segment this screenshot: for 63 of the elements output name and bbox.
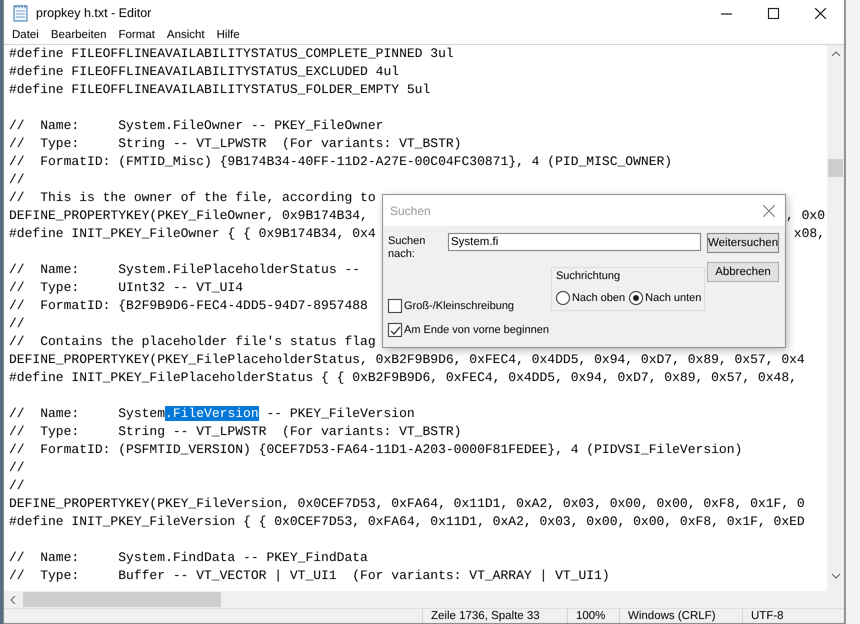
maximize-icon [768, 8, 779, 18]
group-label: Suchrichtung [556, 270, 622, 282]
checkbox[interactable] [388, 323, 402, 337]
code-line: // [9, 171, 25, 189]
status-field: Zeile 1736, Spalte 33 [422, 609, 567, 623]
code-line: #define FILEOFFLINEAVAILABILITYSTATUS_COMPLETE_PINNED 3ul [9, 45, 454, 63]
menu-item[interactable]: Bearbeiten [44, 29, 112, 41]
checkbox[interactable] [388, 299, 402, 313]
code-line: DEFINE_PROPERTYKEY(PKEY_FilePlaceholderStatus, 0xB2F9B9D6, 0xFEC4, 0x4DD5, 0x94, 0xD7, 0x89, 0x57, 0x4 [9, 351, 805, 369]
code-line: // FormatID: {B2F9B9D6-FEC4-4DD5-94D7-8957488 [9, 297, 368, 315]
code-line: // Type: Buffer -- VT_VECTOR | VT_UI1 (For variants: VT_ARRAY | VT_UI1) [9, 567, 610, 585]
scroll-up-icon [832, 51, 840, 57]
status-field: Windows (CRLF) [619, 609, 742, 623]
horizontal-scrollbar[interactable] [4, 591, 827, 608]
dialog-button[interactable]: Abbrechen [707, 262, 779, 282]
code-line: // Type: String -- VT_LPWSTR (For variants: VT_BSTR) [9, 135, 462, 153]
code-line: // [9, 477, 25, 495]
option-label: Am Ende von vorne beginnen [404, 324, 549, 336]
dialog-title: Suchen [390, 204, 431, 218]
code-line: #define INIT_PKEY_FileVersion { { 0x0CEF7D53, 0xFA64, 0x11D1, 0xA2, 0x03, 0x00, 0x00, 0xF8, 0x1F, 0xED [9, 513, 805, 531]
code-line: // Name: System.FilePlaceholderStatus -- [9, 261, 360, 279]
code-line: // Type: UInt32 -- VT_UI4 [9, 279, 244, 297]
menu-item[interactable]: Datei [6, 29, 45, 41]
code-line: #define INIT_PKEY_FileOwner { { 0x9B174B34, 0x4 [9, 225, 376, 243]
code-line: // [9, 459, 25, 477]
code-line: // This is the owner of the file, according to [9, 189, 376, 207]
code-line: #define FILEOFFLINEAVAILABILITYSTATUS_FOLDER_EMPTY 5ul [9, 81, 430, 99]
notepad-icon [13, 4, 29, 22]
scroll-thumb[interactable] [828, 159, 843, 177]
code-line: x08, [794, 225, 825, 243]
status-field: 100% [567, 609, 619, 623]
dialog-button[interactable]: Weitersuchen [707, 233, 779, 253]
code-line: // [9, 315, 25, 333]
window-title: propkey h.txt - Editor [36, 6, 152, 20]
search-field[interactable]: System.fi [448, 233, 701, 251]
code-line: // Name: System.FileVersion -- PKEY_FileVersion [9, 405, 415, 423]
code-line: #define INIT_PKEY_FilePlaceholderStatus { { 0xB2F9B9D6, 0xFEC4, 0x4DD5, 0x94, 0xD7, 0x89, 0x57, 0x48, [9, 369, 797, 387]
code-line: // FormatID: (PSFMTID_VERSION) {0CEF7D53-FA64-11D1-A203-0000F81FEDEE}, 4 (PIDVSI_FileVersion) [9, 441, 742, 459]
scroll-down-icon [832, 573, 840, 579]
code-line: DEFINE_PROPERTYKEY(PKEY_FileVersion, 0x0CEF7D53, 0xFA64, 0x11D1, 0xA2, 0x03, 0x00, 0x00, 0xF8, 0x1F, 0 [9, 495, 805, 513]
code-line: // Name: System.FileOwner -- PKEY_FileOwner [9, 117, 384, 135]
code-line: // FormatID: (FMTID_Misc) {9B174B34-40FF-11D2-A27E-00C04FC30871}, 4 (PID_MISC_OWNER) [9, 153, 672, 171]
code-line: // Contains the placeholder file's status flag [9, 333, 376, 351]
close-icon [815, 8, 826, 18]
status-field: UTF-8 [742, 609, 792, 623]
option-label: Nach oben [572, 292, 626, 304]
radio-button[interactable] [556, 291, 570, 305]
menu-item[interactable]: Format [112, 29, 161, 41]
code-line: DEFINE_PROPERTYKEY(PKEY_FileOwner, 0x9B174B34, [9, 207, 368, 225]
option-label: Nach unten [645, 292, 702, 304]
code-line: // Type: String -- VT_LPWSTR (For variants: VT_BSTR) [9, 423, 462, 441]
radio-button[interactable] [629, 291, 644, 305]
menu-item[interactable]: Ansicht [160, 29, 211, 41]
code-line: , 0x0 [786, 207, 825, 225]
scroll-left-icon [9, 596, 17, 604]
vertical-scrollbar[interactable] [827, 45, 844, 608]
scroll-thumb[interactable] [23, 592, 221, 607]
code-line: // Name: System.FindData -- PKEY_FindData [9, 549, 368, 567]
code-line: #define FILEOFFLINEAVAILABILITYSTATUS_EXCLUDED 4ul [9, 63, 400, 81]
close-icon[interactable] [763, 204, 775, 216]
option-label: Groß-/Kleinschreibung [404, 300, 514, 312]
search-label: Suchen nach: [388, 234, 426, 261]
menu-item[interactable]: Hilfe [210, 29, 246, 41]
